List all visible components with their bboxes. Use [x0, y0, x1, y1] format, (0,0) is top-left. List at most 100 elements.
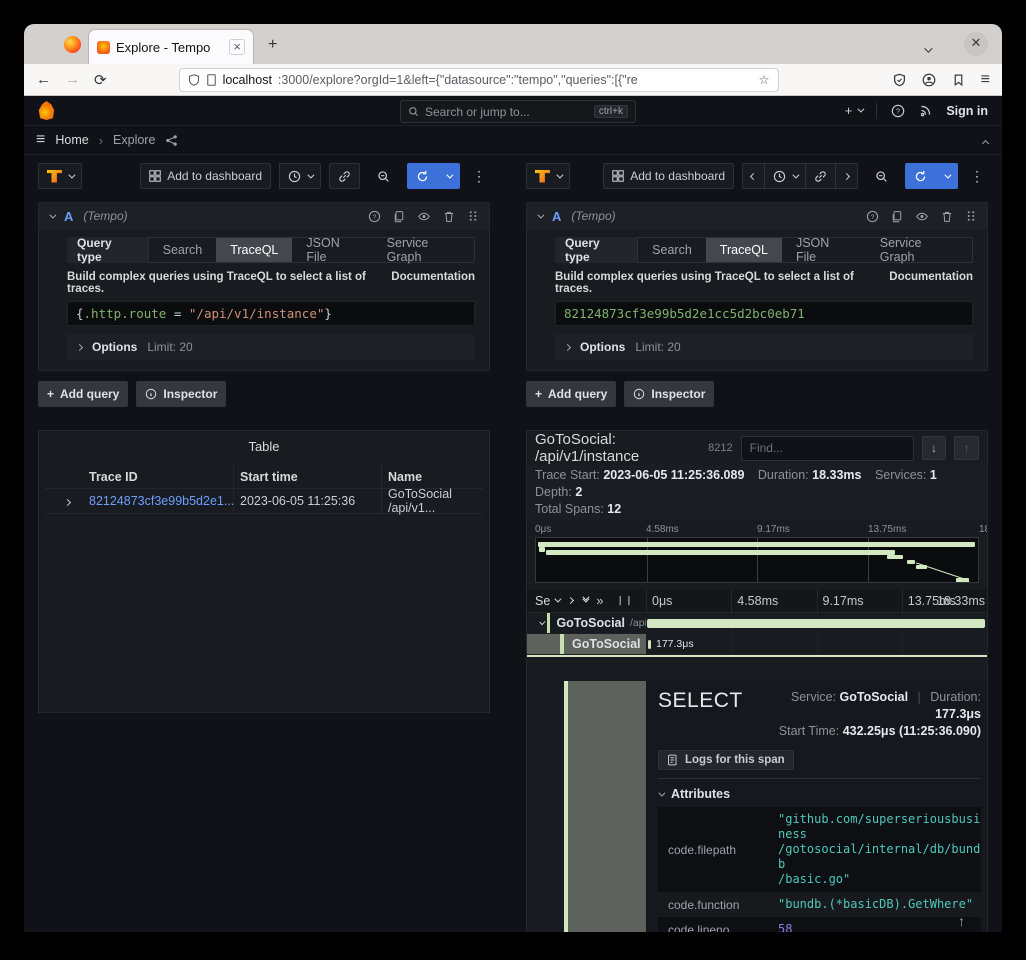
drag-handle-icon[interactable]	[965, 210, 977, 222]
query-ref-id[interactable]: A	[64, 209, 73, 224]
collapse-query-icon[interactable]	[49, 211, 56, 218]
run-query-button-right[interactable]	[905, 163, 936, 189]
add-query-button-left[interactable]: + Add query	[38, 381, 128, 407]
help-icon[interactable]: ?	[891, 104, 905, 118]
bookmark-star-icon[interactable]: ☆	[758, 72, 769, 87]
options-collapse-right[interactable]: Options Limit: 20	[555, 334, 973, 360]
new-tab-button[interactable]: +	[268, 36, 277, 54]
attributes-section-toggle[interactable]: Attributes	[658, 787, 981, 801]
datasource-picker-right[interactable]	[526, 163, 570, 189]
row-expander-icon[interactable]	[45, 494, 89, 508]
query-help-icon[interactable]: ?	[866, 210, 879, 223]
account-icon[interactable]	[922, 73, 936, 87]
span-service-name[interactable]: GoToSocial	[572, 637, 641, 651]
link-split-button-right[interactable]	[806, 163, 836, 189]
inspector-button-left[interactable]: Inspector	[136, 381, 226, 407]
expand-one-icon[interactable]	[567, 597, 574, 604]
traceql-query-input-left[interactable]: {.http.route = "/api/v1/instance"}	[67, 301, 475, 326]
run-query-button[interactable]	[407, 163, 438, 189]
time-picker-right[interactable]	[765, 163, 806, 189]
menu-icon[interactable]: ≡	[981, 71, 990, 89]
tab-search[interactable]: Search	[149, 238, 217, 262]
tab-service-graph[interactable]: Service Graph	[373, 238, 474, 262]
documentation-link[interactable]: Documentation	[889, 271, 973, 295]
tab-traceql[interactable]: TraceQL	[216, 238, 292, 262]
span-row-root[interactable]: GoToSocial /api/	[527, 613, 987, 634]
tab-service-graph[interactable]: Service Graph	[866, 238, 972, 262]
span-service-name[interactable]: GoToSocial	[556, 616, 625, 630]
col-name[interactable]: Name	[381, 465, 483, 488]
mega-menu-icon[interactable]: ≡	[36, 131, 45, 149]
breadcrumb-home[interactable]: Home	[55, 133, 88, 147]
span-duration-bar[interactable]	[647, 619, 985, 628]
expand-all-icon[interactable]: »	[596, 593, 603, 608]
shield-icon[interactable]	[188, 74, 200, 86]
col-trace-id[interactable]: Trace ID	[89, 470, 233, 484]
time-picker-left[interactable]	[279, 163, 321, 189]
time-shift-forward-button[interactable]	[836, 163, 858, 189]
news-rss-icon[interactable]	[919, 104, 932, 117]
drag-handle-icon[interactable]	[467, 210, 479, 222]
protections-shield-icon[interactable]	[893, 73, 906, 87]
tab-json-file[interactable]: JSON File	[782, 238, 866, 262]
inspector-button-right[interactable]: Inspector	[624, 381, 714, 407]
col-start-time[interactable]: Start time	[233, 465, 381, 488]
duplicate-query-icon[interactable]	[393, 210, 405, 223]
back-icon[interactable]: ←	[36, 71, 51, 88]
add-to-dashboard-button-right[interactable]: Add to dashboard	[603, 163, 734, 189]
scroll-to-top-icon[interactable]: ↑	[958, 913, 965, 929]
time-shift-back-button[interactable]	[742, 163, 765, 189]
tab-json-file[interactable]: JSON File	[292, 238, 372, 262]
more-options-icon[interactable]: ⋮	[966, 168, 988, 185]
logs-for-span-button[interactable]: Logs for this span	[658, 750, 794, 770]
delete-query-trash-icon[interactable]	[941, 210, 953, 223]
zoom-out-button[interactable]	[368, 163, 399, 189]
add-to-dashboard-button[interactable]: Add to dashboard	[140, 163, 271, 189]
share-icon[interactable]	[165, 134, 178, 147]
save-page-icon[interactable]	[952, 73, 965, 87]
list-tabs-icon[interactable]	[924, 40, 930, 58]
datasource-picker-left[interactable]	[38, 163, 82, 189]
add-query-button-right[interactable]: + Add query	[526, 381, 616, 407]
span-row-selected[interactable]: GoToSocial 177.3μs	[527, 634, 987, 655]
options-collapse-left[interactable]: Options Limit: 20	[67, 334, 475, 360]
new-item-button[interactable]: +	[845, 103, 863, 118]
window-close-button[interactable]: ✕	[964, 32, 988, 56]
tab-close-button[interactable]: ×	[229, 39, 245, 55]
trace-minimap[interactable]: 0μs4.58ms9.17ms13.75ms18.33ms	[535, 524, 979, 583]
delete-query-trash-icon[interactable]	[443, 210, 455, 223]
browser-tab[interactable]: Explore - Tempo ×	[88, 29, 254, 64]
tab-traceql[interactable]: TraceQL	[706, 238, 782, 262]
find-prev-button[interactable]: ↑	[954, 436, 979, 460]
sign-in-button[interactable]: Sign in	[946, 104, 988, 118]
run-query-interval-dropdown[interactable]	[438, 163, 460, 189]
traceql-query-input-right[interactable]: 82124873cf3e99b5d2e1cc5d2bc0eb71	[555, 301, 973, 326]
more-options-icon[interactable]: ⋮	[468, 168, 490, 185]
trace-find-input[interactable]	[741, 436, 914, 461]
documentation-link[interactable]: Documentation	[391, 271, 475, 295]
zoom-out-button-right[interactable]	[866, 163, 897, 189]
span-duration-bar[interactable]	[648, 640, 651, 649]
query-help-icon[interactable]: ?	[368, 210, 381, 223]
global-search-input[interactable]: Search or jump to... ctrl+k	[400, 100, 636, 123]
hide-query-eye-icon[interactable]	[417, 210, 431, 223]
hide-query-eye-icon[interactable]	[915, 210, 929, 223]
column-resize-handle[interactable]: ❙❙	[617, 595, 634, 606]
trace-id-link[interactable]: 82124873cf3e99b5d2e1...	[89, 494, 233, 508]
collapse-all-icon[interactable]	[582, 599, 587, 603]
duplicate-query-icon[interactable]	[891, 210, 903, 223]
run-query-interval-dropdown-right[interactable]	[936, 163, 958, 189]
minimap-canvas[interactable]	[535, 537, 979, 583]
url-bar[interactable]: localhost:3000/explore?orgId=1&left={"da…	[179, 68, 779, 92]
find-next-button[interactable]: ↓	[922, 436, 947, 460]
service-sort-dropdown[interactable]: Se	[535, 594, 559, 608]
link-split-button[interactable]	[329, 163, 360, 189]
span-collapse-icon[interactable]	[539, 618, 546, 625]
table-row[interactable]: 82124873cf3e99b5d2e1... 2023-06-05 11:25…	[45, 489, 483, 514]
grafana-logo-icon[interactable]	[38, 101, 55, 120]
query-ref-id[interactable]: A	[552, 209, 561, 224]
reload-icon[interactable]: ⟳	[94, 71, 107, 89]
collapse-query-icon[interactable]	[537, 211, 544, 218]
collapse-caret-icon[interactable]	[983, 134, 988, 149]
tab-search[interactable]: Search	[638, 238, 706, 262]
